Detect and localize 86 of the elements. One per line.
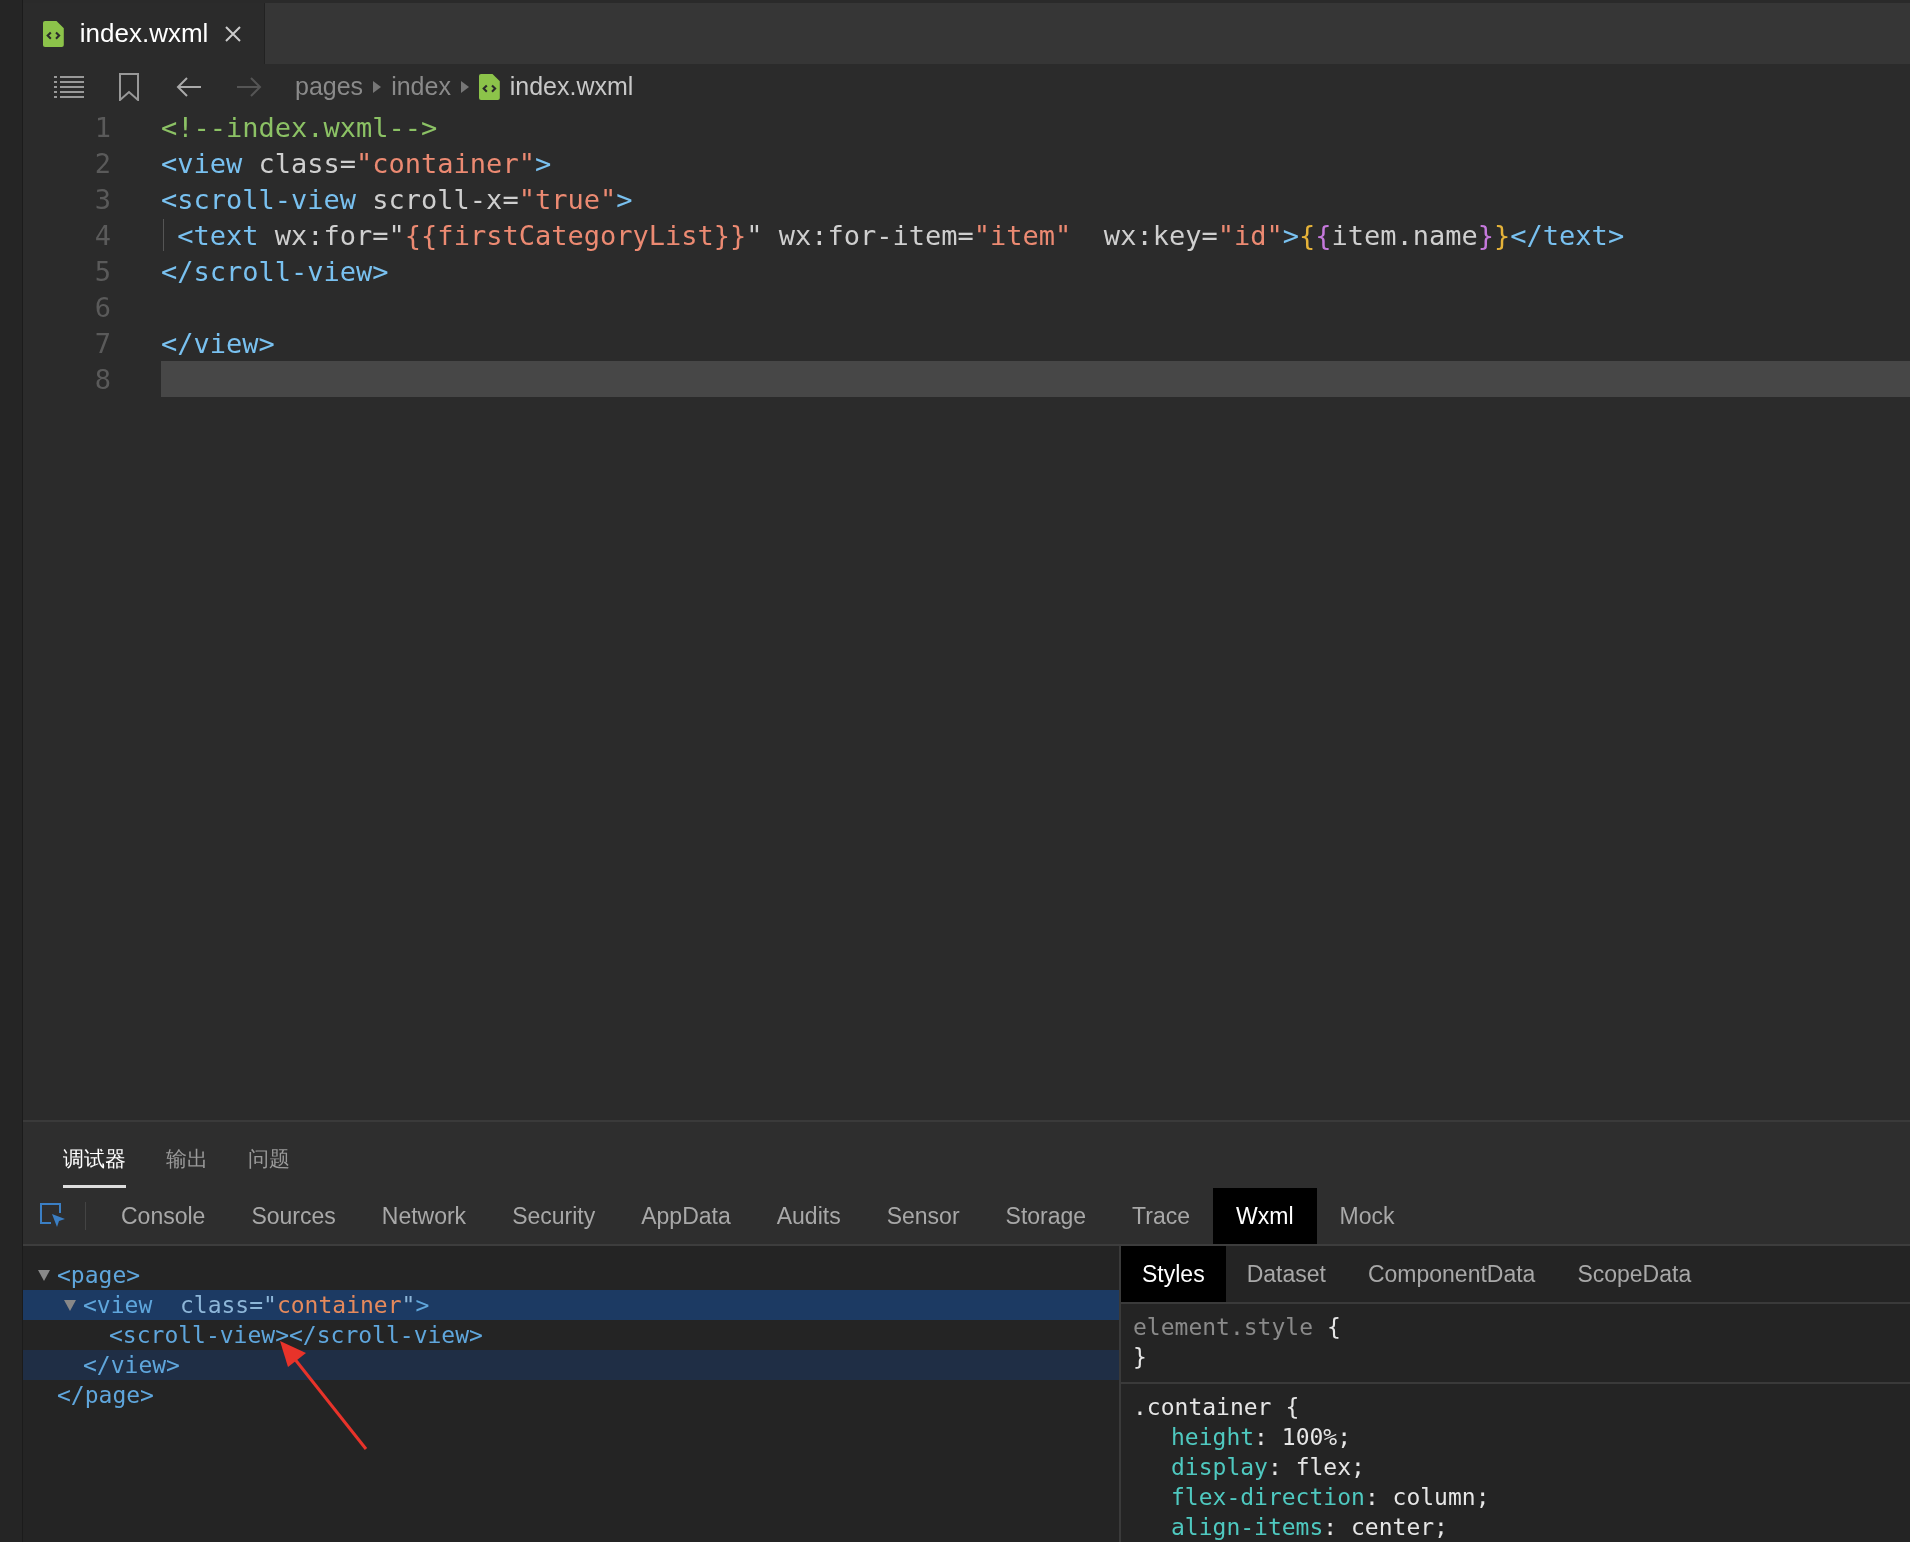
code-token: <scroll-view [161,183,357,215]
css-brace: { [1285,1394,1300,1420]
tree-node[interactable]: </page> [23,1380,1119,1410]
panel-tab[interactable]: 输出 [166,1145,208,1188]
code-token: { [1315,219,1332,251]
devtools-tab[interactable]: Storage [982,1188,1110,1244]
breadcrumb-item[interactable]: index [391,72,451,101]
code-token: </page> [57,1382,154,1408]
sidebar-tab[interactable]: ComponentData [1346,1246,1557,1302]
code-token: " [388,219,405,251]
code-token: > [415,1292,430,1318]
code-token: > [534,147,552,179]
css-value: : 100%; [1254,1424,1352,1450]
close-icon[interactable] [224,24,243,43]
code-token: class= [178,1292,264,1318]
code-token: </view> [161,327,275,359]
devtools-tab[interactable]: Console [98,1188,229,1244]
file-code-icon [43,20,64,47]
expanded-triangle-icon[interactable] [63,1298,77,1312]
sidebar-tab[interactable]: Styles [1121,1246,1226,1302]
tree-node[interactable]: <scroll-view></scroll-view> [23,1320,1119,1350]
css-property: height [1171,1424,1255,1450]
css-brace: { [1327,1314,1341,1340]
code-token: <view [161,147,243,179]
devtools-tab[interactable]: Audits [753,1188,864,1244]
devtools-tab[interactable]: Sources [228,1188,359,1244]
code-token: </text> [1510,219,1625,251]
code-token: } [1477,219,1495,251]
code-token: scroll-x= [371,183,519,215]
code-token: "item" [973,219,1072,251]
tree-node[interactable]: </view> [23,1350,1119,1380]
sidebar-tab[interactable]: Dataset [1225,1246,1347,1302]
code-token: <!--index.wxml--> [161,111,438,143]
css-brace: } [1133,1344,1147,1370]
css-property: display [1171,1454,1268,1480]
panel-tab[interactable]: 问题 [248,1145,290,1188]
breadcrumb-item[interactable]: pages [295,72,364,101]
file-code-icon [478,73,500,100]
bookmark-icon[interactable] [119,72,139,101]
code-token: wx:for= [273,219,389,251]
code-token: " [401,1292,416,1318]
code-token: > [1282,219,1299,251]
css-property: align-items [1171,1514,1324,1540]
css-selector: element.style [1133,1314,1313,1340]
devtools-tab[interactable]: Security [489,1188,619,1244]
code-token: " wx:for-item= [746,219,974,251]
code-token: container [276,1292,402,1318]
css-value: : flex; [1267,1454,1365,1480]
code-token: "container" [356,147,535,179]
code-token: { [1298,219,1316,251]
code-token: <page> [57,1262,141,1288]
expanded-triangle-icon[interactable] [37,1268,51,1282]
devtools-tab[interactable]: AppData [618,1188,754,1244]
back-arrow-icon[interactable] [176,75,202,98]
devtools-tab[interactable]: Trace [1109,1188,1214,1244]
code-token: </view> [83,1352,180,1378]
devtools-tab[interactable]: Wxml [1213,1188,1317,1244]
code-token: "true" [518,183,617,215]
css-selector: .container [1133,1394,1272,1420]
code-token: " [263,1292,277,1318]
triangle-right-icon [460,80,469,93]
code-token: </scroll-view> [161,255,389,287]
sidebar-tab[interactable]: ScopeData [1556,1246,1713,1302]
css-property: flex-direction [1171,1484,1365,1510]
code-token: <scroll-view></scroll-view> [109,1322,483,1348]
css-value: : column; [1364,1484,1490,1510]
code-token: {{firstCategoryList}} [404,219,747,251]
code-token: } [1494,219,1511,251]
tree-node[interactable]: <page> [23,1260,1119,1290]
css-value: : center; [1323,1514,1448,1540]
list-icon[interactable] [54,75,84,98]
code-token: wx:key= [1102,219,1218,251]
devtools-tab[interactable]: Sensor [863,1188,983,1244]
code-token: item.name [1331,219,1478,251]
editor-tab[interactable]: index.wxml [23,3,266,64]
devtools-tab[interactable]: Mock [1316,1188,1418,1244]
code-token: class= [257,147,357,179]
breadcrumb-item[interactable]: index.wxml [509,72,634,101]
code-token: <view [83,1292,154,1318]
code-token: <text [176,219,259,251]
panel-tab[interactable]: 调试器 [63,1145,126,1188]
code-token: > [616,183,633,215]
code-token: "id" [1217,219,1283,251]
devtools-tab[interactable]: Network [358,1188,490,1244]
triangle-right-icon [373,80,382,93]
tree-node[interactable]: <view class="container"> [23,1290,1119,1320]
